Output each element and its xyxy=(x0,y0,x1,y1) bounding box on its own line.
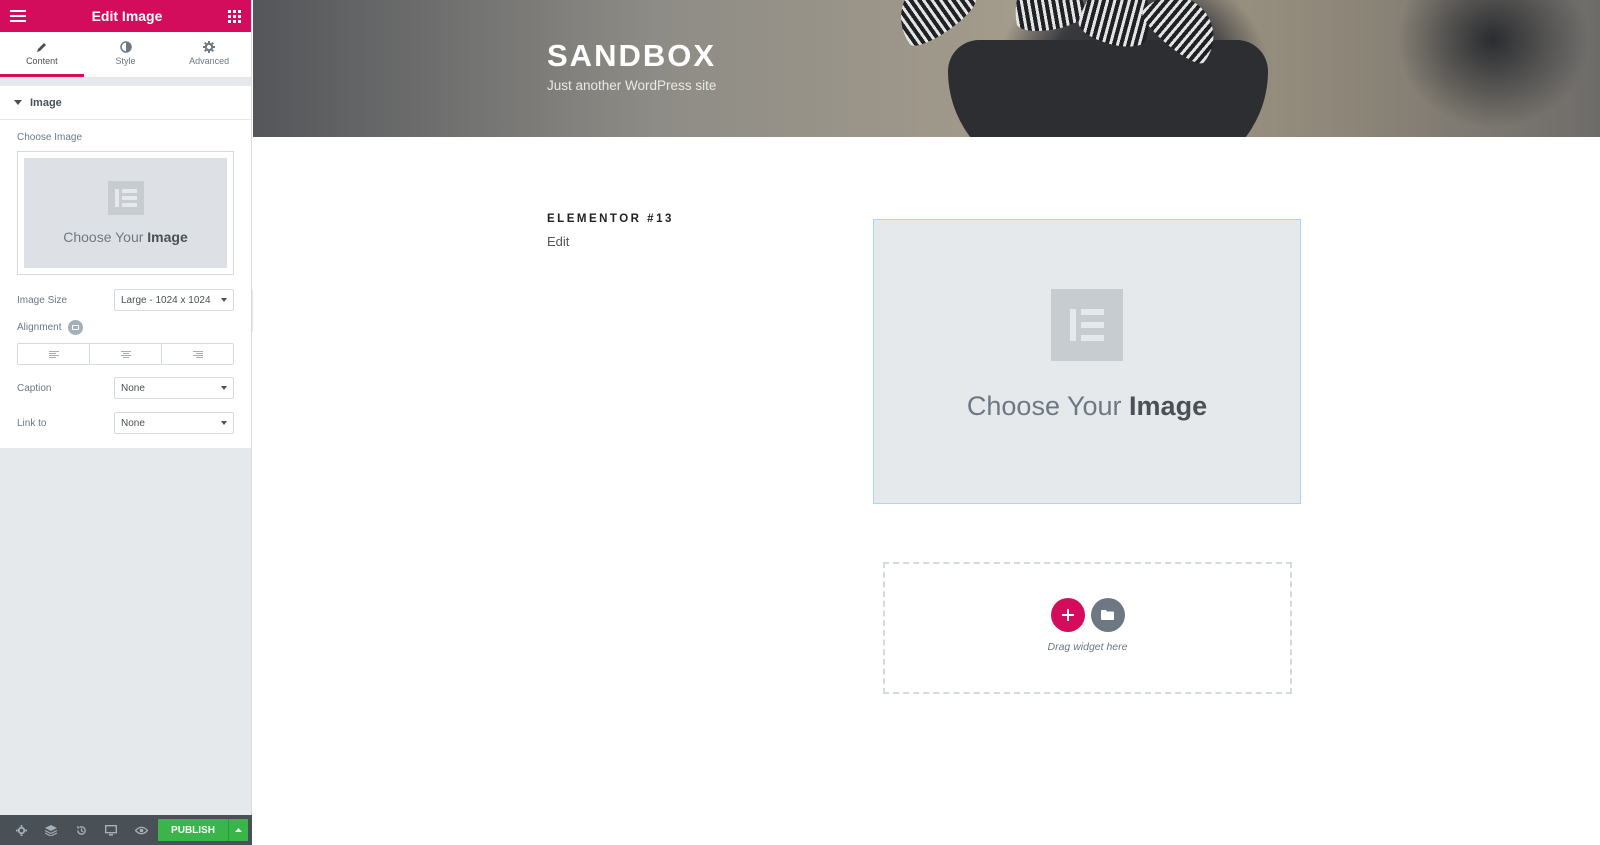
alignment-label: Alignment xyxy=(17,322,62,333)
image-size-label: Image Size xyxy=(17,294,68,306)
controls-section: Image Choose Image Choose Your Image Ima… xyxy=(0,86,251,448)
caption-value: None xyxy=(121,382,145,394)
panel-header: Edit Image xyxy=(0,0,251,32)
section-title: Image xyxy=(30,96,62,109)
tab-content[interactable]: Content xyxy=(0,32,84,77)
image-placeholder-text: Choose Your Image xyxy=(966,391,1208,421)
caret-up-icon xyxy=(235,828,242,832)
align-center-icon xyxy=(120,350,131,358)
elementor-logo-icon xyxy=(107,181,144,215)
link-to-label: Link to xyxy=(17,417,47,429)
tab-style[interactable]: Style xyxy=(84,32,168,77)
settings-gear-icon[interactable] xyxy=(6,815,36,845)
plant-leaf xyxy=(1008,0,1088,36)
gear-icon xyxy=(203,40,216,53)
caption-select[interactable]: None xyxy=(114,377,234,399)
image-size-select[interactable]: Large - 1024 x 1024 xyxy=(114,289,234,311)
align-left-icon xyxy=(48,350,59,358)
link-to-value: None xyxy=(121,417,145,429)
caret-down-icon xyxy=(14,100,22,105)
choose-image-button[interactable]: Choose Your Image xyxy=(24,158,227,268)
elementor-editor: Edit Image Content Style Advanced Image … xyxy=(0,0,1600,845)
panel-footer: PUBLISH xyxy=(0,815,252,845)
alignment-choices xyxy=(17,343,234,365)
plant-pot-image xyxy=(948,40,1268,137)
align-right-icon xyxy=(192,350,203,358)
link-to-select[interactable]: None xyxy=(114,412,234,434)
site-description: Just another WordPress site xyxy=(547,78,717,93)
tab-label: Content xyxy=(26,55,58,66)
tab-advanced[interactable]: Advanced xyxy=(167,32,251,77)
chevron-down-icon xyxy=(221,421,227,425)
align-left-button[interactable] xyxy=(18,344,90,364)
edit-link[interactable]: Edit xyxy=(547,234,569,249)
panel-tabs: Content Style Advanced xyxy=(0,32,251,78)
tab-label: Style xyxy=(115,55,136,66)
editor-panel: Edit Image Content Style Advanced Image … xyxy=(0,0,252,845)
caption-label: Caption xyxy=(17,382,52,394)
image-widget[interactable]: Choose Your Image xyxy=(873,219,1301,504)
menu-icon[interactable] xyxy=(10,10,26,22)
publish-button[interactable]: PUBLISH xyxy=(158,819,228,841)
alignment-row: Alignment xyxy=(0,320,251,335)
folder-icon xyxy=(1101,609,1114,620)
caption-row: Caption None xyxy=(0,377,251,399)
widgets-grid-icon[interactable] xyxy=(227,9,241,23)
dropzone-buttons xyxy=(1050,597,1125,632)
responsive-desktop-icon[interactable] xyxy=(68,320,84,335)
responsive-mode-icon[interactable] xyxy=(96,815,126,845)
panel-title: Edit Image xyxy=(91,8,163,24)
media-control: Choose Your Image xyxy=(17,151,234,275)
add-template-button[interactable] xyxy=(1090,597,1125,632)
page-preview: SANDBOX Just another WordPress site ELEM… xyxy=(253,0,1600,845)
plus-icon xyxy=(1061,608,1074,621)
align-right-button[interactable] xyxy=(162,344,233,364)
choose-image-label: Choose Image xyxy=(17,132,83,143)
pencil-icon xyxy=(36,42,46,52)
dropzone-text: Drag widget here xyxy=(1047,640,1128,653)
site-title[interactable]: SANDBOX xyxy=(547,38,716,74)
eye-icon[interactable] xyxy=(126,815,156,845)
section-toggle-image[interactable]: Image xyxy=(0,86,251,120)
image-placeholder-text: Choose Your Image xyxy=(63,229,188,245)
tab-label: Advanced xyxy=(189,55,230,66)
widget-dropzone[interactable]: Drag widget here xyxy=(883,562,1292,694)
chevron-down-icon xyxy=(221,386,227,390)
layers-icon[interactable] xyxy=(36,815,66,845)
header-image: SANDBOX Just another WordPress site xyxy=(253,0,1600,137)
contrast-icon xyxy=(119,40,132,53)
add-section-button[interactable] xyxy=(1050,597,1085,632)
image-size-value: Large - 1024 x 1024 xyxy=(121,294,211,306)
image-size-row: Image Size Large - 1024 x 1024 xyxy=(0,289,251,311)
history-icon[interactable] xyxy=(66,815,96,845)
publish-options-button[interactable] xyxy=(228,819,248,841)
align-center-button[interactable] xyxy=(90,344,162,364)
elementor-logo-icon xyxy=(1051,289,1123,361)
link-to-row: Link to None xyxy=(0,412,251,434)
chevron-down-icon xyxy=(221,298,227,302)
post-title: ELEMENTOR #13 xyxy=(547,213,674,225)
